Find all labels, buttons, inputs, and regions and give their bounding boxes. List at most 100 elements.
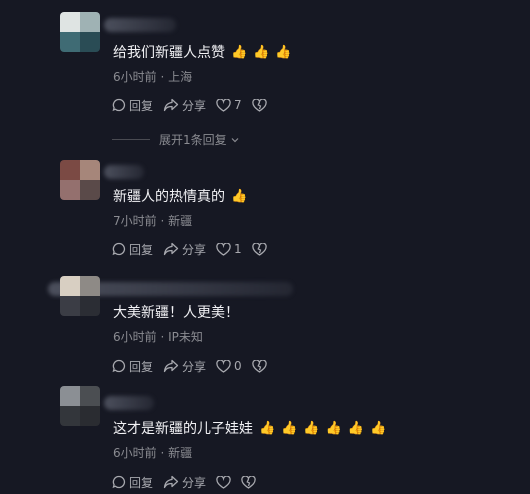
thumbs-up-emoji: 👍 <box>231 45 248 60</box>
meta-separator: · <box>160 70 165 84</box>
share-icon <box>163 359 179 373</box>
meta-separator: · <box>160 214 165 228</box>
avatar-tile <box>60 276 80 296</box>
reply-icon <box>112 475 126 489</box>
avatar[interactable] <box>60 160 100 200</box>
reply-button[interactable]: 回复 <box>112 241 153 258</box>
expand-replies-button[interactable]: 展开1条回复 <box>112 131 241 148</box>
comment-text: 这才是新疆的儿子娃娃 👍 👍 👍 👍 👍 👍 <box>113 420 386 438</box>
broken-heart-icon <box>241 475 256 489</box>
reply-button[interactable]: 回复 <box>112 358 153 375</box>
broken-heart-icon <box>251 242 267 256</box>
like-button[interactable] <box>216 475 231 489</box>
thumbs-up-emoji: 👍 <box>253 45 270 60</box>
expand-replies-label: 展开1条回复 <box>159 133 227 147</box>
avatar-tile <box>60 386 80 406</box>
reply-button[interactable]: 回复 <box>112 474 153 491</box>
comment-meta: 7小时前 · 新疆 <box>113 212 192 229</box>
share-label: 分享 <box>182 242 207 257</box>
like-button[interactable]: 0 <box>216 359 242 373</box>
share-icon <box>163 242 179 256</box>
heart-icon <box>216 242 231 256</box>
thumbs-up-emoji: 👍 <box>275 45 292 60</box>
comment-meta: 6小时前 · 上海 <box>113 68 192 85</box>
heart-icon <box>216 359 231 373</box>
avatar[interactable] <box>60 386 100 426</box>
comment-text: 给我们新疆人点赞 👍 👍 👍 <box>113 44 292 62</box>
avatar-tile <box>60 32 80 52</box>
emoji-group: 👍 <box>231 188 247 206</box>
comment-body: 新疆人的热情真的 <box>113 189 225 205</box>
avatar[interactable] <box>60 276 100 316</box>
comment-body: 给我们新疆人点赞 <box>113 45 225 61</box>
share-button[interactable]: 分享 <box>163 474 206 491</box>
comment-text: 新疆人的热情真的 👍 <box>113 188 247 206</box>
comment-location: 新疆 <box>168 446 193 460</box>
share-button[interactable]: 分享 <box>163 358 206 375</box>
avatar-tile <box>60 160 80 180</box>
username-redacted[interactable] <box>104 396 154 410</box>
thumbs-up-emoji: 👍 <box>325 421 342 436</box>
comment-time: 6小时前 <box>113 330 157 344</box>
avatar-tile <box>80 406 100 426</box>
broken-heart-icon <box>251 98 267 112</box>
comment-time: 7小时前 <box>113 214 157 228</box>
like-button[interactable]: 1 <box>216 242 242 256</box>
broken-heart-icon <box>251 359 267 373</box>
thumbs-up-emoji: 👍 <box>303 421 320 436</box>
share-label: 分享 <box>182 475 207 490</box>
comment-actions: 回复 分享 0 <box>112 358 277 374</box>
share-label: 分享 <box>182 98 207 113</box>
avatar-tile <box>80 32 100 52</box>
username-redacted[interactable] <box>104 18 176 32</box>
dislike-button[interactable] <box>251 242 267 256</box>
share-label: 分享 <box>182 359 207 374</box>
comment-location: 新疆 <box>168 214 193 228</box>
share-button[interactable]: 分享 <box>163 241 206 258</box>
comment-text: 大美新疆！人更美！ <box>113 304 239 322</box>
reply-icon <box>112 242 126 256</box>
emoji-group: 👍 👍 👍 <box>231 44 292 62</box>
comment-time: 6小时前 <box>113 70 157 84</box>
share-button[interactable]: 分享 <box>163 97 206 114</box>
like-count: 1 <box>234 242 242 256</box>
dislike-button[interactable] <box>251 359 267 373</box>
comment-meta: 6小时前 · 新疆 <box>113 444 192 461</box>
avatar-tile <box>60 180 80 200</box>
avatar-tile <box>80 296 100 316</box>
reply-label: 回复 <box>129 98 154 113</box>
thumbs-up-emoji: 👍 <box>231 189 248 204</box>
reply-button[interactable]: 回复 <box>112 97 153 114</box>
reply-label: 回复 <box>129 475 154 490</box>
reply-label: 回复 <box>129 359 154 374</box>
dislike-button[interactable] <box>241 475 256 489</box>
comment-actions: 回复 分享 7 <box>112 97 277 113</box>
share-icon <box>163 98 179 112</box>
avatar-tile <box>80 160 100 180</box>
reply-label: 回复 <box>129 242 154 257</box>
username-redacted[interactable] <box>104 165 144 179</box>
comment-meta: 6小时前 · IP未知 <box>113 328 203 345</box>
avatar-tile <box>80 180 100 200</box>
meta-separator: · <box>160 330 165 344</box>
reply-icon <box>112 359 126 373</box>
comment-body: 大美新疆！人更美！ <box>113 305 239 321</box>
comment-location: 上海 <box>168 70 193 84</box>
heart-icon <box>216 98 231 112</box>
thumbs-up-emoji: 👍 <box>259 421 276 436</box>
thumbs-up-emoji: 👍 <box>281 421 298 436</box>
thumbs-up-emoji: 👍 <box>369 421 387 436</box>
divider-line <box>112 139 150 140</box>
avatar[interactable] <box>60 12 100 52</box>
comment-location: IP未知 <box>168 330 203 344</box>
dislike-button[interactable] <box>251 98 267 112</box>
chevron-down-icon <box>231 137 239 142</box>
meta-separator: · <box>160 446 165 460</box>
comment-actions: 回复 分享 <box>112 474 266 490</box>
like-button[interactable]: 7 <box>216 98 242 112</box>
comment-time: 6小时前 <box>113 446 157 460</box>
avatar-tile <box>80 386 100 406</box>
reply-icon <box>112 98 126 112</box>
avatar-tile <box>80 276 100 296</box>
share-icon <box>163 475 179 489</box>
